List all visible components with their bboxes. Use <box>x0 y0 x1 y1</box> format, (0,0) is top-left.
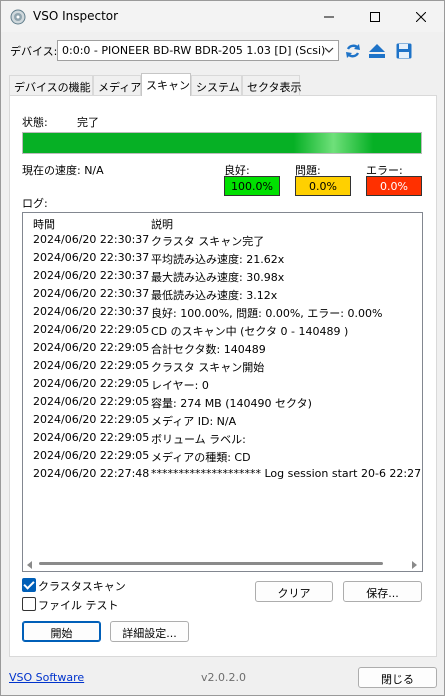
problem-value: 0.0% <box>309 180 337 193</box>
problem-value-box: 0.0% <box>295 176 351 196</box>
title-bar: VSO Inspector <box>1 1 444 32</box>
log-description: クラスタ スキャン開始 <box>151 361 265 374</box>
log-row[interactable]: 2024/06/20 22:29:05 CD のスキャン中 (セクタ 0 - 14… <box>23 321 422 339</box>
tab-system[interactable]: システム <box>191 75 242 95</box>
scroll-left-icon[interactable] <box>27 559 33 571</box>
refresh-icon[interactable] <box>343 41 363 61</box>
log-row[interactable]: 2024/06/20 22:29:05 クラスタ スキャン開始 <box>23 357 422 375</box>
log-time: 2024/06/20 22:30:37 <box>33 287 150 300</box>
minimize-button[interactable] <box>306 1 352 32</box>
log-description: 最大読み込み速度: 30.98x <box>151 271 285 284</box>
log-time: 2024/06/20 22:29:05 <box>33 449 150 462</box>
log-time: 2024/06/20 22:30:37 <box>33 305 150 318</box>
status-value: 完了 <box>77 116 99 129</box>
log-description: メディアの種類: CD <box>151 451 251 464</box>
log-row[interactable]: 2024/06/20 22:30:37 最低読み込み速度: 3.12x <box>23 285 422 303</box>
log-description: レイヤー: 0 <box>151 379 209 392</box>
log-description: 平均読み込み速度: 21.62x <box>151 253 285 266</box>
log-time: 2024/06/20 22:30:37 <box>33 251 150 264</box>
window-title: VSO Inspector <box>33 9 119 23</box>
log-time: 2024/06/20 22:29:05 <box>33 395 150 408</box>
log-description: ******************** Log session start 2… <box>151 467 423 480</box>
device-row: デバイス: 0:0:0 - PIONEER BD-RW BDR-205 1.03… <box>1 39 444 63</box>
log-row[interactable]: 2024/06/20 22:29:05 メディア ID: N/A <box>23 411 422 429</box>
log-row[interactable]: 2024/06/20 22:27:48 ******************** … <box>23 465 422 483</box>
chevron-down-icon <box>324 45 334 58</box>
log-time: 2024/06/20 22:29:05 <box>33 323 150 336</box>
log-row[interactable]: 2024/06/20 22:29:05 合計セクタ数: 140489 <box>23 339 422 357</box>
log-row[interactable]: 2024/06/20 22:30:37 クラスタ スキャン完了 <box>23 231 422 249</box>
error-value-box: 0.0% <box>366 176 422 196</box>
scan-progress-bar <box>22 132 422 154</box>
good-value-box: 100.0% <box>224 176 280 196</box>
tab-strip: デバイスの機能 メディア スキャン システム セクタ表示 <box>9 73 437 96</box>
tab-label: スキャン <box>146 79 190 92</box>
log-row[interactable]: 2024/06/20 22:30:37 良好: 100.00%, 問題: 0.00… <box>23 303 422 321</box>
file-test-label: ファイル テスト <box>38 599 119 612</box>
file-test-checkbox[interactable] <box>22 597 36 611</box>
start-button[interactable]: 開始 <box>22 621 101 642</box>
scan-panel: 状態: 完了 現在の速度: N/A 良好: 100.0% 問題: 0.0% エラ… <box>9 95 437 657</box>
log-time: 2024/06/20 22:29:05 <box>33 431 150 444</box>
log-row[interactable]: 2024/06/20 22:29:05 ボリューム ラベル: <box>23 429 422 447</box>
eject-icon[interactable] <box>367 41 387 61</box>
current-speed: 現在の速度: N/A <box>22 164 104 177</box>
version-label: v2.0.2.0 <box>201 671 246 684</box>
tab-label: システム <box>196 81 240 94</box>
log-col-desc[interactable]: 説明 <box>151 216 173 232</box>
log-row[interactable]: 2024/06/20 22:29:05 レイヤー: 0 <box>23 375 422 393</box>
scroll-right-icon[interactable] <box>412 559 418 571</box>
good-value: 100.0% <box>231 180 273 193</box>
log-time: 2024/06/20 22:30:37 <box>33 269 150 282</box>
log-description: 合計セクタ数: 140489 <box>151 343 266 356</box>
tab-media[interactable]: メディア <box>93 75 141 95</box>
log-row[interactable]: 2024/06/20 22:30:37 最大読み込み速度: 30.98x <box>23 267 422 285</box>
log-row[interactable]: 2024/06/20 22:29:05 メディアの種類: CD <box>23 447 422 465</box>
clear-button[interactable]: クリア <box>255 581 333 602</box>
log-description: メディア ID: N/A <box>151 415 237 428</box>
log-time: 2024/06/20 22:29:05 <box>33 413 150 426</box>
cluster-scan-checkbox[interactable] <box>22 578 36 592</box>
main-window: VSO Inspector デバイス: 0:0:0 - PIONEER BD-R… <box>0 0 445 696</box>
log-description: 最低読み込み速度: 3.12x <box>151 289 278 302</box>
log-description: ボリューム ラベル: <box>151 433 246 446</box>
scrollbar-thumb[interactable] <box>39 562 383 565</box>
log-description: 容量: 274 MB (140490 セクタ) <box>151 397 312 410</box>
log-time: 2024/06/20 22:29:05 <box>33 359 150 372</box>
vso-software-link[interactable]: VSO Software <box>9 671 84 684</box>
tab-label: デバイスの機能 <box>14 81 91 94</box>
log-time: 2024/06/20 22:30:37 <box>33 233 150 246</box>
tab-device-features[interactable]: デバイスの機能 <box>9 75 93 95</box>
log-time: 2024/06/20 22:29:05 <box>33 341 150 354</box>
maximize-button[interactable] <box>352 1 398 32</box>
tab-scan[interactable]: スキャン <box>141 73 191 96</box>
tab-label: メディア <box>98 81 142 94</box>
close-window-button[interactable] <box>398 1 444 32</box>
log-header: 時間 説明 <box>23 213 422 231</box>
error-value: 0.0% <box>380 180 408 193</box>
tab-label: セクタ表示 <box>247 81 302 94</box>
device-select-value: 0:0:0 - PIONEER BD-RW BDR-205 1.03 [D] (… <box>62 44 326 57</box>
status-label: 状態: <box>22 116 48 129</box>
log-col-time[interactable]: 時間 <box>33 216 55 232</box>
log-description: CD のスキャン中 (セクタ 0 - 140489 ) <box>151 325 349 338</box>
tab-sector-view[interactable]: セクタ表示 <box>242 75 302 95</box>
close-button[interactable]: 閉じる <box>358 667 437 688</box>
log-row[interactable]: 2024/06/20 22:30:37 平均読み込み速度: 21.62x <box>23 249 422 267</box>
save-icon[interactable] <box>394 41 414 61</box>
cluster-scan-label: クラスタスキャン <box>38 580 126 593</box>
log-time: 2024/06/20 22:29:05 <box>33 377 150 390</box>
device-label: デバイス: <box>10 45 58 58</box>
log-list[interactable]: 時間 説明 2024/06/20 22:30:37 クラスタ スキャン完了 2024… <box>22 212 423 572</box>
disc-icon <box>10 9 26 25</box>
advanced-settings-button[interactable]: 詳細設定... <box>110 621 189 642</box>
log-description: クラスタ スキャン完了 <box>151 235 265 248</box>
save-log-button[interactable]: 保存... <box>343 581 422 602</box>
log-label: ログ: <box>22 197 48 210</box>
log-row[interactable]: 2024/06/20 22:29:05 容量: 274 MB (140490 セク… <box>23 393 422 411</box>
log-time: 2024/06/20 22:27:48 <box>33 467 150 480</box>
log-description: 良好: 100.00%, 問題: 0.00%, エラー: 0.00% <box>151 307 383 320</box>
horizontal-scrollbar[interactable] <box>23 555 422 571</box>
device-select[interactable]: 0:0:0 - PIONEER BD-RW BDR-205 1.03 [D] (… <box>57 40 339 61</box>
